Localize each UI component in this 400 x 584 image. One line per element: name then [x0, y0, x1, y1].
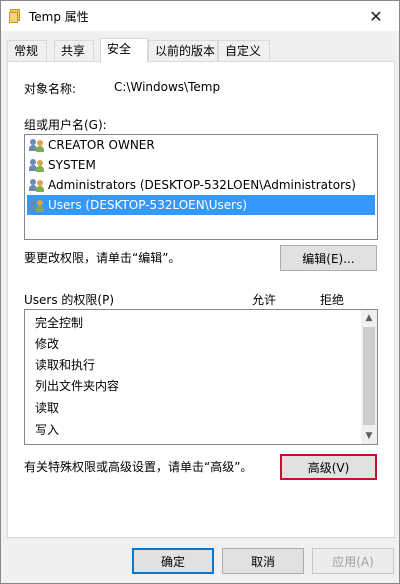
- scroll-up-icon[interactable]: ▲: [361, 310, 377, 326]
- user-group-icon: [29, 138, 45, 152]
- user-group-icon: [29, 198, 45, 212]
- ok-button[interactable]: 确定: [132, 548, 214, 574]
- user-item-users[interactable]: Users (DESKTOP-532LOEN\Users): [27, 195, 375, 215]
- advanced-button[interactable]: 高级(V): [280, 454, 377, 480]
- close-button[interactable]: ✕: [353, 1, 399, 31]
- tab-previous-versions[interactable]: 以前的版本: [148, 40, 218, 62]
- perm-read-execute: 读取和执行: [35, 358, 96, 372]
- perm-full-control: 完全控制: [35, 316, 84, 330]
- perm-read: 读取: [35, 401, 60, 415]
- window-title: Temp 属性: [29, 10, 89, 24]
- deny-header: 拒绝: [320, 293, 345, 307]
- perm-write: 写入: [35, 423, 60, 437]
- user-item-administrators[interactable]: Administrators (DESKTOP-532LOEN\Administ…: [27, 175, 375, 195]
- allow-header: 允许: [252, 293, 277, 307]
- user-group-icon: [29, 178, 45, 192]
- scroll-thumb[interactable]: [363, 327, 375, 425]
- tab-customize[interactable]: 自定义: [218, 40, 270, 62]
- advanced-hint: 有关特殊权限或高级设置，请单击“高级”。: [24, 460, 253, 474]
- change-permissions-hint: 要更改权限，请单击“编辑”。: [24, 251, 181, 265]
- tab-sharing[interactable]: 共享: [54, 40, 94, 62]
- user-name: SYSTEM: [48, 158, 96, 172]
- tab-general[interactable]: 常规: [7, 40, 47, 62]
- tab-security[interactable]: 安全: [100, 38, 148, 63]
- object-name-label: 对象名称:: [24, 82, 77, 96]
- properties-window: Temp 属性 ✕ 常规 共享 安全 以前的版本 自定义 对象名称: C:\Wi…: [0, 0, 400, 584]
- user-name: Users (DESKTOP-532LOEN\Users): [48, 198, 248, 212]
- permissions-scrollbar[interactable]: ▲ ▼: [361, 310, 377, 444]
- group-users-list[interactable]: CREATOR OWNER SYSTEM Administrators (DES…: [24, 134, 378, 240]
- object-name-value: C:\Windows\Temp: [114, 80, 221, 94]
- security-panel: 对象名称: C:\Windows\Temp 组或用户名(G): CREATOR …: [7, 61, 395, 538]
- edit-button[interactable]: 编辑(E)...: [280, 245, 377, 271]
- perm-list-folder: 列出文件夹内容: [35, 379, 120, 393]
- group-users-label: 组或用户名(G):: [24, 118, 107, 132]
- perm-modify: 修改: [35, 337, 60, 351]
- user-name: Administrators (DESKTOP-532LOEN\Administ…: [48, 178, 356, 192]
- apply-button[interactable]: 应用(A): [312, 548, 394, 574]
- user-name: CREATOR OWNER: [48, 138, 155, 152]
- title-bar: Temp 属性 ✕: [1, 1, 399, 31]
- permissions-label: Users 的权限(P): [24, 293, 115, 307]
- permissions-list[interactable]: 完全控制 修改 读取和执行 列出文件夹内容 读取 写入 ▲ ▼: [24, 309, 378, 445]
- folder-icon: [9, 9, 20, 23]
- scroll-down-icon[interactable]: ▼: [361, 428, 377, 444]
- user-group-icon: [29, 158, 45, 172]
- user-item-system[interactable]: SYSTEM: [27, 155, 375, 175]
- cancel-button[interactable]: 取消: [222, 548, 304, 574]
- user-item-creator-owner[interactable]: CREATOR OWNER: [27, 135, 375, 155]
